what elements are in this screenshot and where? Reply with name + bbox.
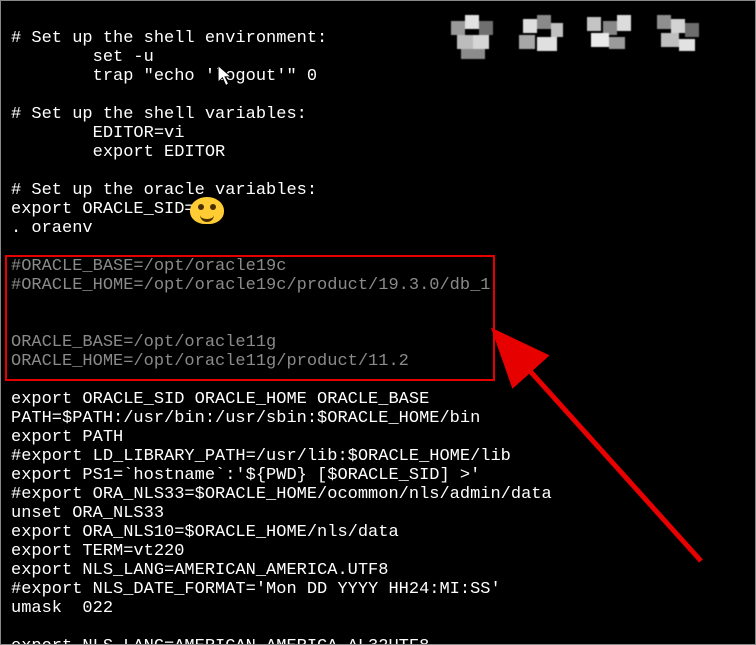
code-line: set -u — [11, 48, 154, 67]
terminal-content[interactable]: # Set up the shell environment: set -u t… — [11, 10, 552, 645]
code-line: unset ORA_NLS33 — [11, 504, 164, 523]
obscured-block — [655, 15, 705, 61]
code-line: # Set up the shell variables: — [11, 105, 307, 124]
obscured-block — [587, 15, 637, 61]
code-line-commented: #ORACLE_BASE=/opt/oracle19c — [11, 257, 286, 276]
code-line: export PATH — [11, 428, 123, 447]
terminal-window: # Set up the shell environment: set -u t… — [0, 0, 756, 645]
code-line: # Set up the oracle variables: — [11, 181, 317, 200]
code-line: export ORACLE_SID= — [11, 200, 195, 219]
code-line: # Set up the shell environment: — [11, 29, 327, 48]
code-line: EDITOR=vi — [11, 124, 184, 143]
code-line: #export NLS_DATE_FORMAT='Mon DD YYYY HH2… — [11, 580, 501, 599]
code-line-dim: ORACLE_BASE=/opt/oracle11g — [11, 333, 276, 352]
code-line: export NLS_LANG=AMERICAN_AMERICA.AL32UTF… — [11, 637, 429, 645]
code-line-dim: ORACLE_HOME=/opt/oracle11g/product/11.2 — [11, 352, 409, 371]
code-line: export ORACLE_SID ORACLE_HOME ORACLE_BAS… — [11, 390, 429, 409]
code-line: export NLS_LANG=AMERICAN_AMERICA.UTF8 — [11, 561, 388, 580]
code-line: #export LD_LIBRARY_PATH=/usr/lib:$ORACLE… — [11, 447, 511, 466]
code-line: #export ORA_NLS33=$ORACLE_HOME/ocommon/n… — [11, 485, 552, 504]
code-line: export PS1=`hostname`:'${PWD} [$ORACLE_S… — [11, 466, 480, 485]
code-line: . oraenv — [11, 219, 93, 238]
code-line-commented: #ORACLE_HOME=/opt/oracle19c/product/19.3… — [11, 276, 490, 295]
code-line: export TERM=vt220 — [11, 542, 184, 561]
code-line: export EDITOR — [11, 143, 225, 162]
code-line: trap "echo 'logout'" 0 — [11, 67, 317, 86]
code-line: umask 022 — [11, 599, 113, 618]
code-line: export ORA_NLS10=$ORACLE_HOME/nls/data — [11, 523, 399, 542]
code-line: PATH=$PATH:/usr/bin:/usr/sbin:$ORACLE_HO… — [11, 409, 480, 428]
